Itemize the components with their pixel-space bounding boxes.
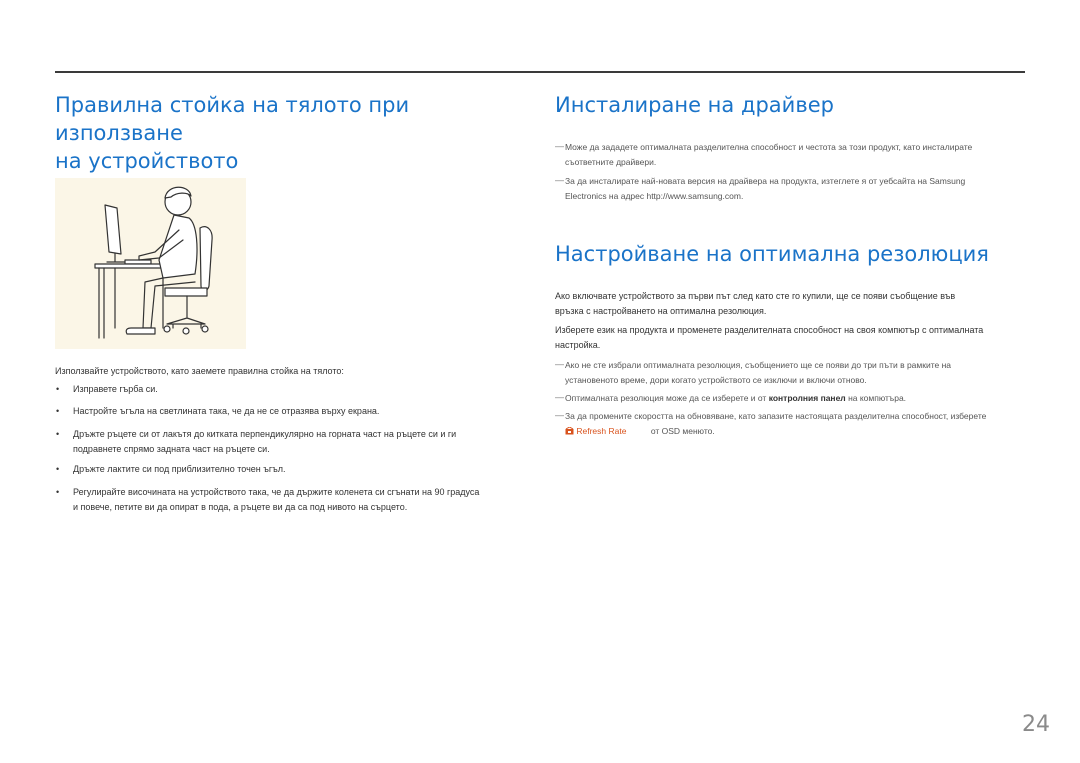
posture-bullet: • Изправете гърба си. [55, 382, 530, 397]
note-dash: — [555, 175, 564, 185]
posture-bullet: • Дръжте ръцете си от лакътя до китката … [56, 429, 457, 454]
bullet-dot: • [56, 464, 60, 474]
resolution-paragraph-1: Ако включвате устройството за първи път … [555, 291, 956, 316]
driver-note: — За да инсталирате най-новата версия на… [555, 175, 966, 201]
top-rule [55, 71, 1025, 73]
resolution-note: — За да промените скоростта на обновяван… [555, 410, 987, 436]
posture-bullet: • Настройте ъгъла на светлината така, че… [55, 404, 530, 419]
note-dash: — [555, 359, 564, 369]
posture-drawing [94, 186, 213, 339]
resolution-note: — Оптималната резолюция може да се избер… [555, 392, 907, 403]
posture-title-line1: Правилна стойка на тялото при използване [55, 93, 410, 145]
page-number: 24 [1022, 712, 1050, 737]
refresh-rate-menu-label: Refresh Rate [576, 426, 627, 436]
menu-icon [565, 426, 576, 436]
resolution-paragraph-2: Изберете език на продукта и променете ра… [555, 325, 984, 350]
posture-intro: Използвайте устройството, като заемете п… [55, 366, 344, 376]
posture-title-line2: на устройството [55, 149, 239, 173]
posture-title: Правилна стойка на тялото при използване… [55, 91, 535, 175]
driver-title: Инсталиране на драйвер [555, 93, 834, 117]
driver-note: — Може да зададете оптималната разделите… [555, 141, 973, 167]
note-dash: — [555, 141, 564, 151]
posture-illustration [55, 178, 246, 349]
resolution-note: — Ако не сте избрали оптималната резолюц… [555, 359, 952, 385]
bullet-dot: • [56, 429, 60, 439]
resolution-title: Настройване на оптимална резолюция [555, 242, 989, 266]
bullet-dot: • [56, 406, 60, 416]
bullet-dot: • [56, 384, 60, 394]
note-dash: — [555, 410, 564, 420]
bullet-dot: • [56, 487, 60, 497]
note-dash: — [555, 392, 564, 402]
posture-bullet: • Регулирайте височината на устройството… [56, 487, 480, 512]
posture-bullet: • Дръжте лактите си под приблизително то… [55, 462, 530, 477]
control-panel-label: контролния панел [768, 393, 846, 403]
